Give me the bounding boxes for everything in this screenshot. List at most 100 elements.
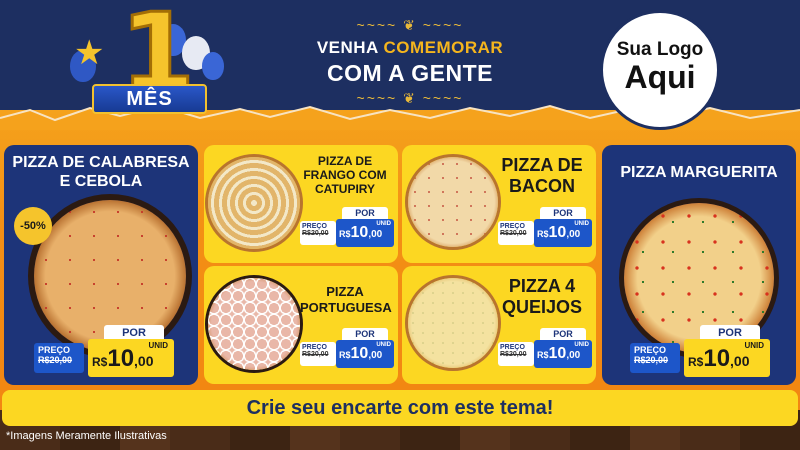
old-price-box: PREÇO R$20,00: [498, 342, 534, 366]
discount-badge: -50%: [14, 207, 52, 245]
pizza-4-queijos-image: [408, 278, 498, 368]
product-title: PIZZA PORTUGUESA: [300, 284, 392, 315]
new-price-box: R$10,00 UNID: [336, 219, 394, 247]
title-line: PORTUGUESA: [300, 299, 392, 315]
old-price-box: PREÇO R$20,00: [630, 343, 680, 373]
headline-prefix: VENHA: [316, 38, 384, 57]
currency: R$: [92, 355, 108, 369]
por-label: POR: [540, 328, 586, 340]
headline: ~~~~ ❦ ~~~~ VENHA COMEMORAR COM A GENTE …: [300, 18, 520, 105]
preco-label: PREÇO: [500, 223, 525, 230]
unit-label: UNID: [376, 342, 391, 348]
preco-label: PREÇO: [500, 344, 525, 351]
price-tag: POR PREÇO R$20,00 R$10,00 UNID: [300, 207, 396, 247]
currency: R$: [537, 229, 549, 239]
title-line: PIZZA: [326, 284, 364, 299]
price-cents: ,00: [368, 229, 383, 240]
logo-placeholder: Sua Logo Aqui: [600, 10, 720, 130]
old-price-box: PREÇO R$20,00: [300, 221, 336, 245]
headline-line1: VENHA COMEMORAR: [300, 38, 520, 58]
price-value: 10: [548, 345, 567, 362]
price-cents: ,00: [566, 229, 581, 240]
mes-ribbon: MÊS: [92, 84, 207, 114]
title-line: PIZZA DE CALABRESA: [12, 154, 190, 171]
headline-accent: COMEMORAR: [383, 38, 504, 57]
new-price-box: R$10,00 UNID: [534, 219, 592, 247]
price-value: 10: [350, 345, 369, 362]
product-card-calabresa: PIZZA DE CALABRESA E CEBOLA -50% POR PRE…: [4, 145, 198, 385]
title-line: QUEIJOS: [501, 296, 583, 317]
product-card-4-queijos: PIZZA 4 QUEIJOS POR PREÇO R$20,00 R$10,0…: [402, 266, 596, 384]
preco-label: PREÇO: [302, 344, 327, 351]
flourish-top: ~~~~ ❦ ~~~~: [356, 17, 464, 33]
price-tag: POR PREÇO R$20,00 R$10,00 UNID: [630, 325, 790, 380]
unit-label: UNID: [744, 341, 764, 350]
preco-label: PREÇO: [38, 345, 71, 355]
price-cents: ,00: [134, 353, 154, 369]
preco-label: PREÇO: [302, 223, 327, 230]
price-tag: POR PREÇO R$20,00 R$10,00 UNID: [34, 325, 194, 380]
title-line: PIZZA DE: [317, 154, 373, 168]
new-price-box: R$10,00 UNID: [534, 340, 592, 368]
headline-line2: COM A GENTE: [326, 60, 494, 86]
balloon-icon: [202, 52, 224, 80]
price-tag: POR PREÇO R$20,00 R$10,00 UNID: [498, 207, 594, 247]
product-card-portuguesa: PIZZA PORTUGUESA POR PREÇO R$20,00 R$10,…: [204, 266, 398, 384]
price-tag: POR PREÇO R$20,00 R$10,00 UNID: [300, 328, 396, 368]
title-line: E CEBOLA: [59, 173, 143, 191]
por-label: POR: [540, 207, 586, 219]
title-line: PIZZA DE: [501, 155, 583, 175]
flourish-bottom: ~~~~ ❦ ~~~~: [356, 90, 464, 106]
product-card-bacon: PIZZA DE BACON POR PREÇO R$20,00 R$10,00…: [402, 145, 596, 263]
unit-label: UNID: [574, 221, 589, 227]
old-price: R$20,00: [634, 355, 669, 365]
price-value: 10: [350, 224, 369, 241]
price-value: 10: [107, 345, 135, 372]
pizza-portuguesa-image: [208, 278, 300, 370]
currency: R$: [537, 350, 549, 360]
currency: R$: [339, 229, 351, 239]
currency: R$: [688, 355, 704, 369]
anniversary-badge: ★ 1 MÊS: [62, 0, 232, 126]
product-title: PIZZA MARGUERITA: [620, 164, 778, 181]
title-line: FRANGO COM: [303, 167, 387, 182]
title-line: CATUPIRY: [315, 181, 375, 196]
disclaimer-text: *Imagens Meramente Ilustrativas: [6, 430, 167, 442]
unit-label: UNID: [376, 221, 391, 227]
promo-banner: Crie seu encarte com este tema!: [2, 390, 798, 426]
old-price: R$20,00: [500, 230, 527, 237]
pizza-frango-image: [208, 157, 300, 249]
pizza-bacon-image: [408, 157, 498, 247]
price-tag: POR PREÇO R$20,00 R$10,00 UNID: [498, 328, 594, 368]
logo-line2: Aqui: [624, 59, 696, 95]
product-title: PIZZA DE CALABRESA E CEBOLA: [4, 145, 198, 191]
logo-line1: Sua Logo: [616, 39, 704, 60]
title-line: BACON: [509, 175, 575, 196]
price-value: 10: [703, 345, 731, 372]
currency: R$: [339, 350, 351, 360]
new-price-box: R$10,00 UNID: [88, 339, 174, 377]
product-title: PIZZA DE BACON: [496, 155, 588, 196]
price-cents: ,00: [566, 350, 581, 361]
product-title: PIZZA 4 QUEIJOS: [496, 276, 588, 317]
new-price-box: R$10,00 UNID: [684, 339, 770, 377]
old-price-box: PREÇO R$20,00: [34, 343, 84, 373]
old-price: R$20,00: [500, 351, 527, 358]
unit-label: UNID: [574, 342, 589, 348]
title-line: PIZZA 4: [508, 276, 576, 296]
por-label: POR: [342, 207, 388, 219]
old-price-box: PREÇO R$20,00: [300, 342, 336, 366]
old-price-box: PREÇO R$20,00: [498, 221, 534, 245]
product-card-marguerita: PIZZA MARGUERITA POR PREÇO R$20,00 R$10,…: [602, 145, 796, 385]
old-price: R$20,00: [38, 355, 73, 365]
new-price-box: R$10,00 UNID: [336, 340, 394, 368]
old-price: R$20,00: [302, 351, 329, 358]
por-label: POR: [342, 328, 388, 340]
star-icon: ★: [74, 34, 105, 72]
old-price: R$20,00: [302, 230, 329, 237]
preco-label: PREÇO: [634, 345, 667, 355]
price-cents: ,00: [368, 350, 383, 361]
unit-label: UNID: [148, 341, 168, 350]
price-value: 10: [548, 224, 567, 241]
price-cents: ,00: [730, 353, 750, 369]
